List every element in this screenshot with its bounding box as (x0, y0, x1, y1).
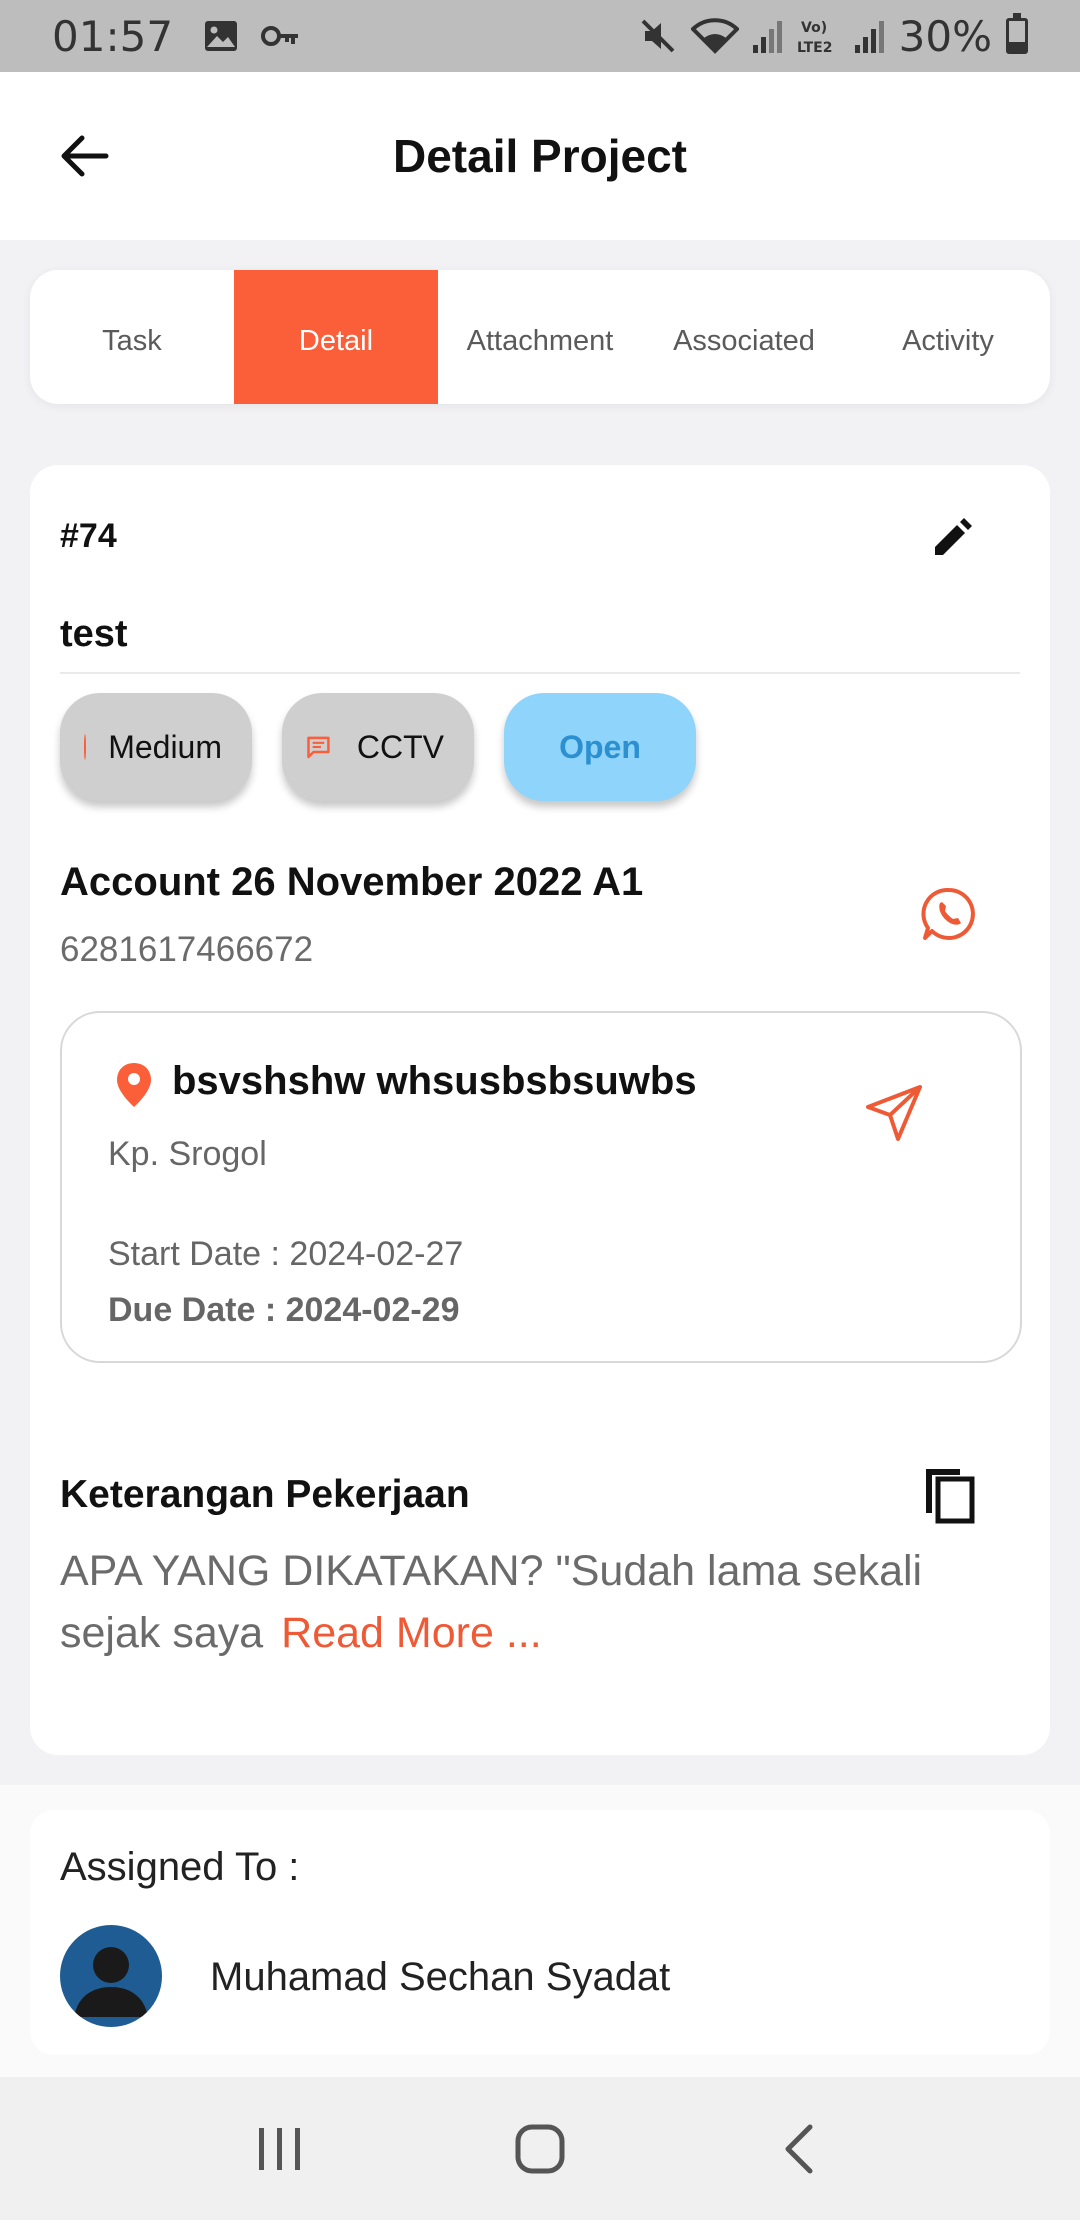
location-name: bsvshshw whsusbsbsuwbs (172, 1059, 697, 1103)
home-icon (515, 2124, 565, 2173)
tab-task[interactable]: Task (30, 270, 234, 404)
mute-icon (641, 19, 675, 53)
system-back-button[interactable] (760, 2109, 840, 2189)
person-icon (74, 1947, 148, 2017)
avatar (60, 1925, 162, 2027)
priority-dot-icon (84, 734, 87, 760)
wifi-icon (690, 18, 739, 54)
status-time: 01:57 (52, 11, 174, 61)
volte-icon: Vo) LTE2 (797, 20, 832, 56)
read-more-link[interactable]: Read More ... (281, 1609, 542, 1657)
battery-icon (1006, 13, 1028, 54)
pencil-icon (935, 518, 972, 555)
whatsapp-button[interactable] (920, 885, 978, 943)
status-bar: 01:57 Vo) LTE2 30% (0, 0, 1080, 72)
tab-bar: Task Detail Attachment Associated Activi… (30, 270, 1050, 404)
system-nav-bar (0, 2077, 1080, 2220)
navigate-button[interactable] (862, 1081, 926, 1145)
detail-card: #74 test Medium CCTV Open Account 26 Nov… (30, 465, 1050, 1755)
due-date: Due Date : 2024-02-29 (108, 1291, 460, 1329)
status-right-icons: Vo) LTE2 30% (639, 12, 1028, 61)
back-button[interactable] (56, 128, 112, 184)
chip-row: Medium CCTV Open (60, 693, 696, 801)
location-address: Kp. Srogol (108, 1135, 267, 1173)
category-label: CCTV (356, 728, 444, 765)
image-icon (205, 21, 238, 51)
key-icon (261, 26, 299, 46)
category-chip[interactable]: CCTV (282, 693, 474, 801)
edit-button[interactable] (925, 513, 977, 565)
whatsapp-icon (921, 887, 975, 940)
send-icon (866, 1085, 922, 1141)
location-box: bsvshshw whsusbsbsuwbs Kp. Srogol Start … (60, 1011, 1022, 1363)
tab-activity[interactable]: Activity (846, 270, 1050, 404)
description-text: APA YANG DIKATAKAN? "Sudah lama sekali s… (60, 1540, 1020, 1664)
location-pin-icon (117, 1063, 151, 1107)
assigned-label: Assigned To : (60, 1845, 300, 1889)
recent-apps-icon (259, 2127, 300, 2170)
tab-associated[interactable]: Associated (642, 270, 846, 404)
battery-percent: 30% (898, 11, 992, 61)
account-name: Account 26 November 2022 A1 (60, 860, 644, 904)
priority-chip[interactable]: Medium (60, 693, 252, 801)
home-button[interactable] (500, 2109, 580, 2189)
svg-text:LTE2: LTE2 (797, 40, 832, 56)
copy-icon (926, 1469, 975, 1524)
assigned-card: Assigned To : Muhamad Sechan Syadat (30, 1810, 1050, 2055)
svg-text:Vo): Vo) (801, 20, 827, 36)
priority-label: Medium (108, 728, 222, 765)
assignee-name: Muhamad Sechan Syadat (210, 1955, 671, 1999)
message-icon (307, 736, 330, 759)
start-date: Start Date : 2024-02-27 (108, 1235, 464, 1273)
signal-icon (752, 21, 782, 53)
divider (60, 672, 1020, 674)
chevron-left-icon (785, 2124, 813, 2173)
signal-icon (854, 21, 884, 53)
status-label: Open (559, 728, 641, 765)
app-bar: Detail Project (0, 72, 1080, 240)
copy-button[interactable] (918, 1463, 982, 1527)
ticket-id: #74 (60, 517, 117, 555)
description-title: Keterangan Pekerjaan (60, 1473, 470, 1516)
tab-attachment[interactable]: Attachment (438, 270, 642, 404)
recent-apps-button[interactable] (240, 2109, 320, 2189)
phone-number: 6281617466672 (60, 930, 314, 969)
status-left-icons (203, 19, 301, 53)
arrow-left-icon (61, 135, 109, 177)
ticket-title: test (60, 613, 128, 655)
page-title: Detail Project (393, 130, 687, 182)
tab-detail[interactable]: Detail (234, 270, 438, 404)
status-chip[interactable]: Open (504, 693, 696, 801)
